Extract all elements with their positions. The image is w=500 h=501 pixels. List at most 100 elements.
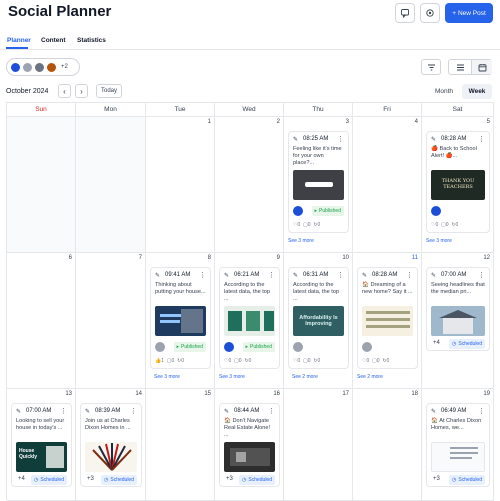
day-cell[interactable]: 7 (76, 253, 146, 389)
tab-statistics[interactable]: Statistics (77, 37, 106, 44)
clock-icon: ◷ (451, 477, 457, 483)
more-options-icon[interactable]: ⋮ (478, 407, 485, 415)
post-time: 08:44 AM (234, 408, 260, 414)
day-number: 9 (276, 255, 280, 261)
settings-button[interactable] (420, 3, 440, 23)
avatar (10, 62, 21, 73)
day-number: 19 (483, 391, 490, 397)
day-cell[interactable]: 9 ✎ 06:21 AM ⋮ According to the latest d… (215, 253, 284, 389)
more-options-icon[interactable]: ⋮ (478, 271, 485, 279)
month-view-button[interactable]: Month (430, 84, 458, 99)
more-options-icon[interactable]: ⋮ (406, 271, 413, 279)
feather-icon: ✎ (293, 137, 299, 143)
day-cell[interactable]: 8 ✎ 09:41 AM ⋮ Thinking about putting yo… (146, 253, 215, 389)
feather-icon: ✎ (224, 273, 230, 279)
day-number: 11 (411, 255, 418, 261)
day-cell[interactable]: 19 ✎ 06:49 AM ⋮ 🏠 At Charles Dixon Homes… (422, 389, 494, 501)
avatar (431, 206, 441, 216)
post-card[interactable]: ✎ 07:00 AM ⋮ Seeing headlines that the m… (426, 267, 490, 351)
next-month-button[interactable]: › (75, 84, 88, 98)
status-badge: ◷ Scheduled (448, 475, 485, 485)
day-cell[interactable]: 3 ✎ 08:25 AM ⋮ Feeling like it's time fo… (284, 117, 353, 253)
day-cell[interactable] (7, 117, 76, 253)
day-cell[interactable]: 10 ✎ 06:31 AM ⋮ According to the latest … (284, 253, 353, 389)
more-options-icon[interactable]: ⋮ (337, 135, 344, 143)
account-filter[interactable]: +2 (6, 58, 80, 76)
day-cell[interactable] (76, 117, 146, 253)
more-options-icon[interactable]: ⋮ (130, 407, 137, 415)
post-card[interactable]: ✎ 08:28 AM ⋮ 🍎 Back to School Alert! 🍎..… (426, 131, 490, 233)
day-number: 1 (207, 119, 211, 125)
post-card[interactable]: ✎ 06:49 AM ⋮ 🏠 At Charles Dixon Homes, w… (426, 403, 490, 487)
see-more-link[interactable]: See 3 more (426, 238, 452, 244)
new-post-button[interactable]: + New Post (445, 3, 493, 23)
post-image (431, 442, 485, 472)
day-cell[interactable]: 13 ✎ 07:00 AM ⋮ Looking to sell your hou… (7, 389, 76, 501)
gear-icon (426, 9, 434, 17)
feather-icon: ✎ (85, 409, 91, 415)
calendar-view-button[interactable] (471, 60, 492, 74)
more-options-icon[interactable]: ⋮ (199, 271, 206, 279)
more-options-icon[interactable]: ⋮ (268, 407, 275, 415)
feather-icon: ✎ (362, 273, 368, 279)
messages-button[interactable] (395, 3, 415, 23)
tab-content[interactable]: Content (41, 37, 66, 44)
day-cell[interactable]: 6 (7, 253, 76, 389)
post-stats: ♡0 ▢0 ↻0 (362, 358, 390, 364)
post-card[interactable]: ✎ 07:00 AM ⋮ Looking to sell your house … (11, 403, 72, 487)
day-cell[interactable]: 15 (146, 389, 215, 501)
day-cell[interactable]: 4 (353, 117, 422, 253)
prev-month-button[interactable]: ‹ (58, 84, 71, 98)
see-more-link[interactable]: See 3 more (154, 374, 180, 380)
post-image: THANK YOU TEACHERS (431, 170, 485, 200)
day-cell[interactable]: 18 (353, 389, 422, 501)
post-time: 08:28 AM (441, 136, 467, 142)
list-view-button[interactable] (449, 60, 471, 74)
post-text: Looking to sell your house in today's ..… (16, 418, 65, 431)
avatar (362, 342, 372, 352)
post-card[interactable]: ✎ 08:39 AM ⋮ Join us at Charles Dixon Ho… (80, 403, 142, 487)
post-image (431, 306, 485, 336)
avatar (224, 342, 234, 352)
post-card[interactable]: ✎ 06:21 AM ⋮ According to the latest dat… (219, 267, 280, 369)
more-options-icon[interactable]: ⋮ (478, 135, 485, 143)
day-cell[interactable]: 5 ✎ 08:28 AM ⋮ 🍎 Back to School Alert! 🍎… (422, 117, 494, 253)
day-number: 17 (342, 391, 349, 397)
today-button[interactable]: Today (96, 84, 122, 98)
post-card[interactable]: ✎ 09:41 AM ⋮ Thinking about putting your… (150, 267, 211, 369)
see-more-link[interactable]: See 2 more (292, 374, 318, 380)
day-cell[interactable]: 16 ✎ 08:44 AM ⋮ 🏠 Don't Navigate Real Es… (215, 389, 284, 501)
post-card[interactable]: ✎ 08:25 AM ⋮ Feeling like it's time for … (288, 131, 349, 233)
day-cell[interactable]: 14 ✎ 08:39 AM ⋮ Join us at Charles Dixon… (76, 389, 146, 501)
post-text: According to the latest data, the top ..… (293, 282, 340, 302)
more-accounts-count: +4 (18, 476, 25, 482)
post-card[interactable]: ✎ 08:28 AM ⋮ 🏠 Dreaming of a new home? S… (357, 267, 418, 369)
week-view-button[interactable]: Week (462, 84, 492, 99)
more-options-icon[interactable]: ⋮ (337, 271, 344, 279)
post-text: According to the latest data, the top ..… (224, 282, 271, 302)
more-options-icon[interactable]: ⋮ (60, 407, 67, 415)
more-accounts-count: +3 (226, 476, 233, 482)
post-text: Feeling like it's time for your own plac… (293, 146, 342, 166)
main-tabs: Planner Content Statistics (0, 35, 500, 49)
day-cell[interactable]: 11 ✎ 08:28 AM ⋮ 🏠 Dreaming of a new home… (353, 253, 422, 389)
day-cell[interactable]: 12 ✎ 07:00 AM ⋮ Seeing headlines that th… (422, 253, 494, 389)
post-card[interactable]: ✎ 08:44 AM ⋮ 🏠 Don't Navigate Real Estat… (219, 403, 280, 487)
post-image (224, 442, 275, 472)
more-options-icon[interactable]: ⋮ (268, 271, 275, 279)
day-cell[interactable]: 17 (284, 389, 353, 501)
day-number: 2 (276, 119, 280, 125)
day-number: 3 (345, 119, 349, 125)
status-badge: ◷ Scheduled (30, 475, 67, 485)
tab-planner[interactable]: Planner (7, 37, 31, 44)
post-card[interactable]: ✎ 06:31 AM ⋮ According to the latest dat… (288, 267, 349, 369)
see-more-link[interactable]: See 3 more (288, 238, 314, 244)
day-cell[interactable]: 2 (215, 117, 284, 253)
see-more-link[interactable]: See 2 more (357, 374, 383, 380)
day-cell[interactable]: 1 (146, 117, 215, 253)
check-icon: ▸ (176, 344, 180, 350)
filter-button[interactable] (421, 59, 441, 75)
feather-icon: ✎ (431, 273, 437, 279)
see-more-link[interactable]: See 3 more (219, 374, 245, 380)
avatar (34, 62, 45, 73)
